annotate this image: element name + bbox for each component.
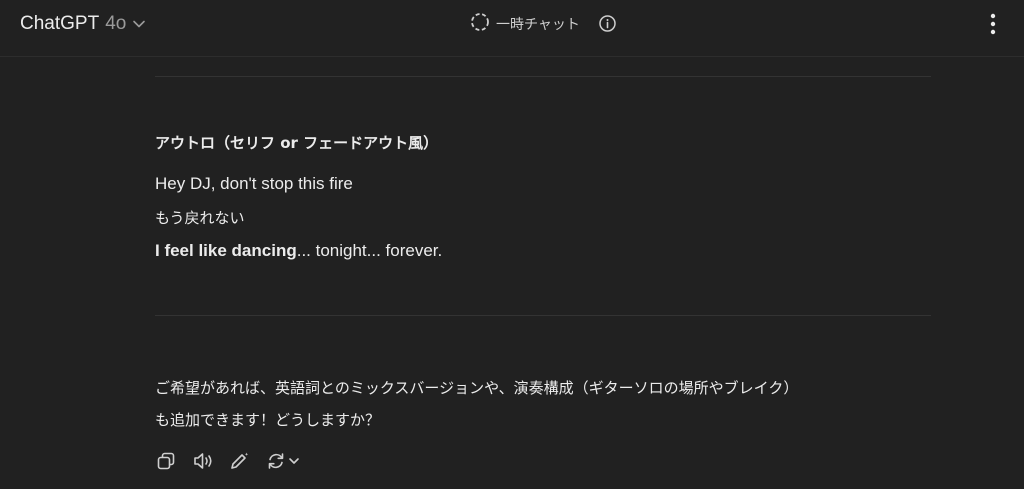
regenerate-icon[interactable] [265, 450, 287, 472]
more-options-icon[interactable] [986, 12, 1000, 40]
chevron-down-icon[interactable] [287, 450, 301, 472]
speaker-icon[interactable] [192, 450, 214, 472]
followup-line: ご希望があれば、英語詞とのミックスバージョンや、演奏構成（ギターソロの場所やブレ… [155, 379, 799, 397]
followup-text: ご希望があれば、英語詞とのミックスバージョンや、演奏構成（ギターソロの場所やブレ… [155, 372, 945, 436]
chevron-down-icon [132, 17, 146, 31]
temporary-chat-label: 一時チャット [496, 17, 580, 33]
section-heading: アウトロ（セリフ or フェードアウト風） [155, 134, 439, 152]
lyric-text: ... tonight... forever. [296, 241, 443, 260]
model-selector[interactable]: ChatGPT 4o [20, 11, 146, 37]
lyric-bold-text: I feel like dancing [155, 241, 297, 260]
lyric-line: もう戻れない [155, 209, 245, 227]
top-bar: ChatGPT 4o 一時チャット [0, 0, 1024, 57]
info-icon[interactable] [598, 14, 617, 37]
section-divider [155, 315, 931, 316]
section-divider [155, 76, 931, 77]
lyric-line: I feel like dancing... tonight... foreve… [155, 241, 442, 261]
temporary-chat-toggle[interactable]: 一時チャット [470, 13, 580, 35]
model-name: ChatGPT [20, 13, 100, 34]
copy-icon[interactable] [155, 450, 177, 472]
temporary-chat-icon [470, 12, 490, 36]
followup-line: も追加できます！どうしますか？ [155, 411, 381, 429]
message-actions [155, 450, 301, 472]
edit-icon[interactable] [228, 450, 250, 472]
model-version: 4o [105, 13, 127, 34]
lyric-line: Hey DJ, don't stop this fire [155, 174, 353, 193]
